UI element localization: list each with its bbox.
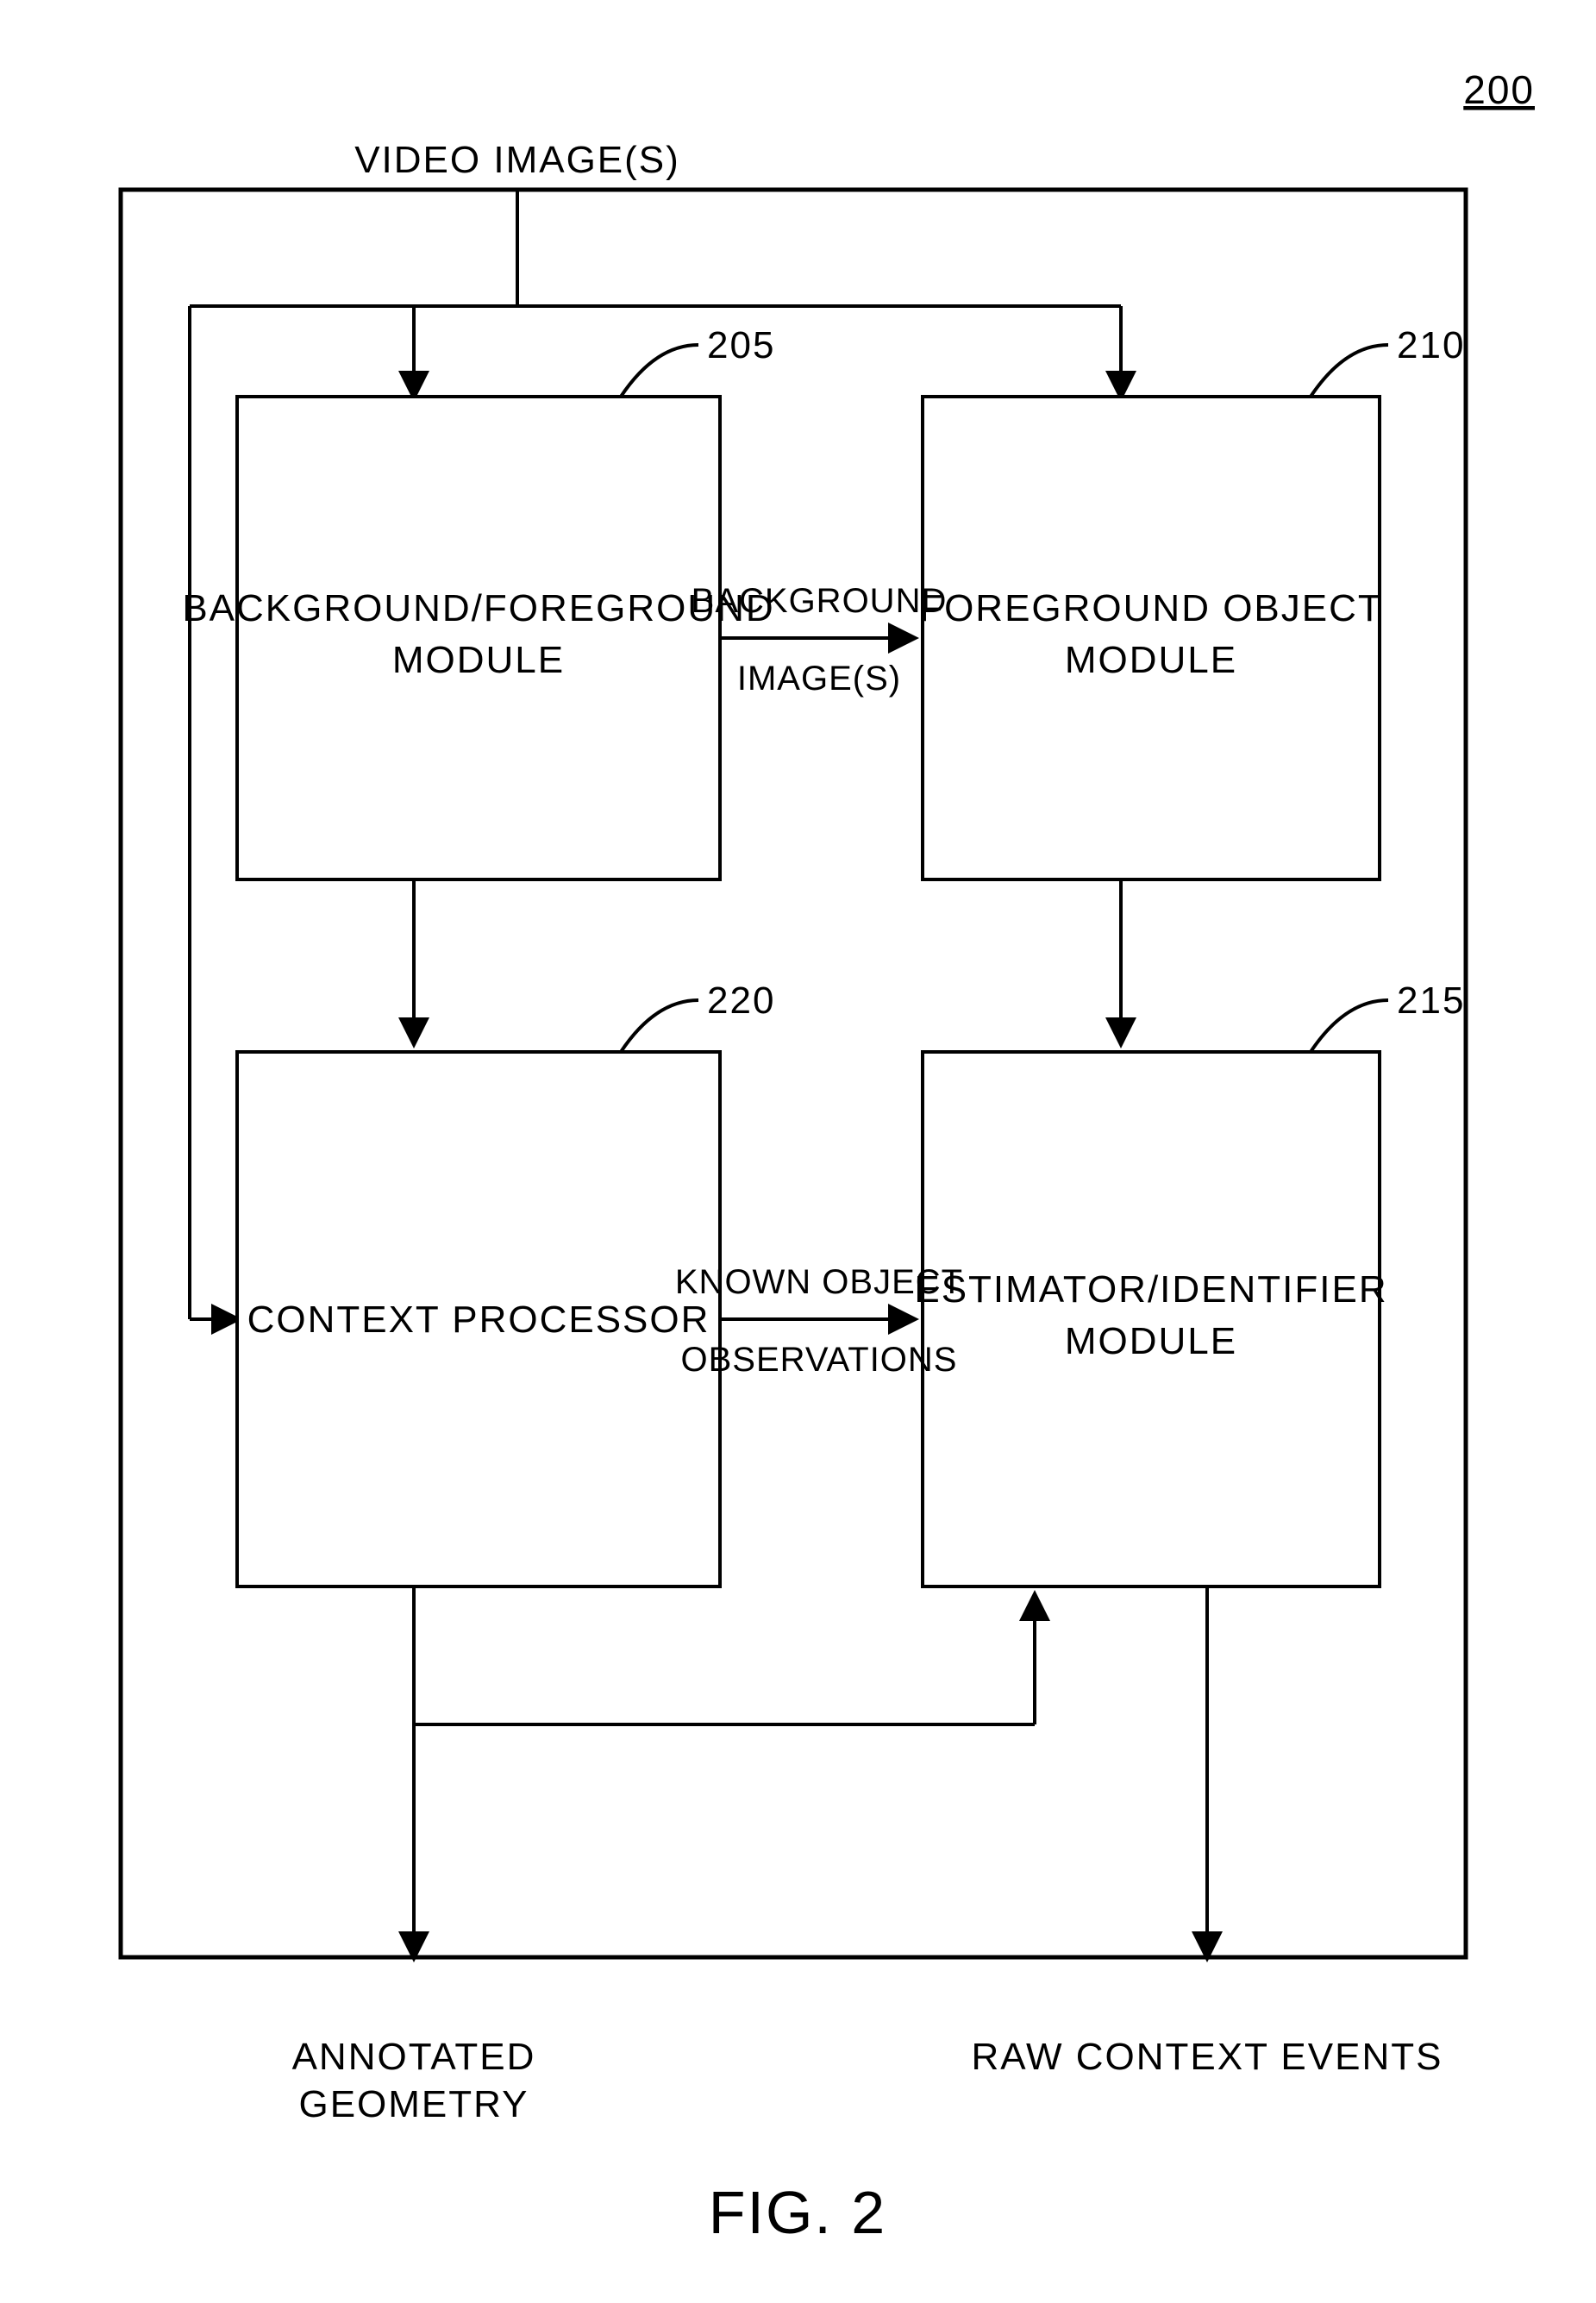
box-210: FOREGROUND OBJECT MODULE — [919, 397, 1383, 879]
figure-label: FIG. 2 — [709, 2179, 886, 2246]
box-210-line2: MODULE — [1065, 639, 1237, 681]
output-left-2: GEOMETRY — [298, 2083, 529, 2125]
label-bg-1: BACKGROUND — [692, 582, 948, 620]
label-ko-2: OBSERVATIONS — [681, 1341, 958, 1379]
box-215-line1: ESTIMATOR/IDENTIFIER — [914, 1268, 1387, 1311]
label-bg-2: IMAGE(S) — [737, 660, 901, 698]
ref-205: 205 — [707, 324, 775, 366]
diagram-canvas: 200 VIDEO IMAGE(S) BACKGROUND/FOREGROUND… — [0, 0, 1596, 2303]
page-number: 200 — [1463, 67, 1535, 112]
box-205-line2: MODULE — [392, 639, 565, 681]
label-ko-1: KNOWN OBJECT — [675, 1263, 963, 1301]
box-205: BACKGROUND/FOREGROUND MODULE — [182, 397, 774, 879]
ref-215: 215 — [1397, 979, 1465, 1022]
box-215-line2: MODULE — [1065, 1320, 1237, 1362]
box-215: ESTIMATOR/IDENTIFIER MODULE — [914, 1052, 1387, 1586]
ref-220: 220 — [707, 979, 775, 1022]
box-220-text: CONTEXT PROCESSOR — [247, 1299, 710, 1341]
output-left-1: ANNOTATED — [292, 2036, 536, 2078]
output-right: RAW CONTEXT EVENTS — [972, 2036, 1443, 2078]
box-220: CONTEXT PROCESSOR — [237, 1052, 720, 1586]
box-210-line1: FOREGROUND OBJECT — [919, 587, 1383, 629]
box-205-line1: BACKGROUND/FOREGROUND — [182, 587, 774, 629]
ref-210: 210 — [1397, 324, 1465, 366]
input-label: VIDEO IMAGE(S) — [354, 139, 680, 181]
